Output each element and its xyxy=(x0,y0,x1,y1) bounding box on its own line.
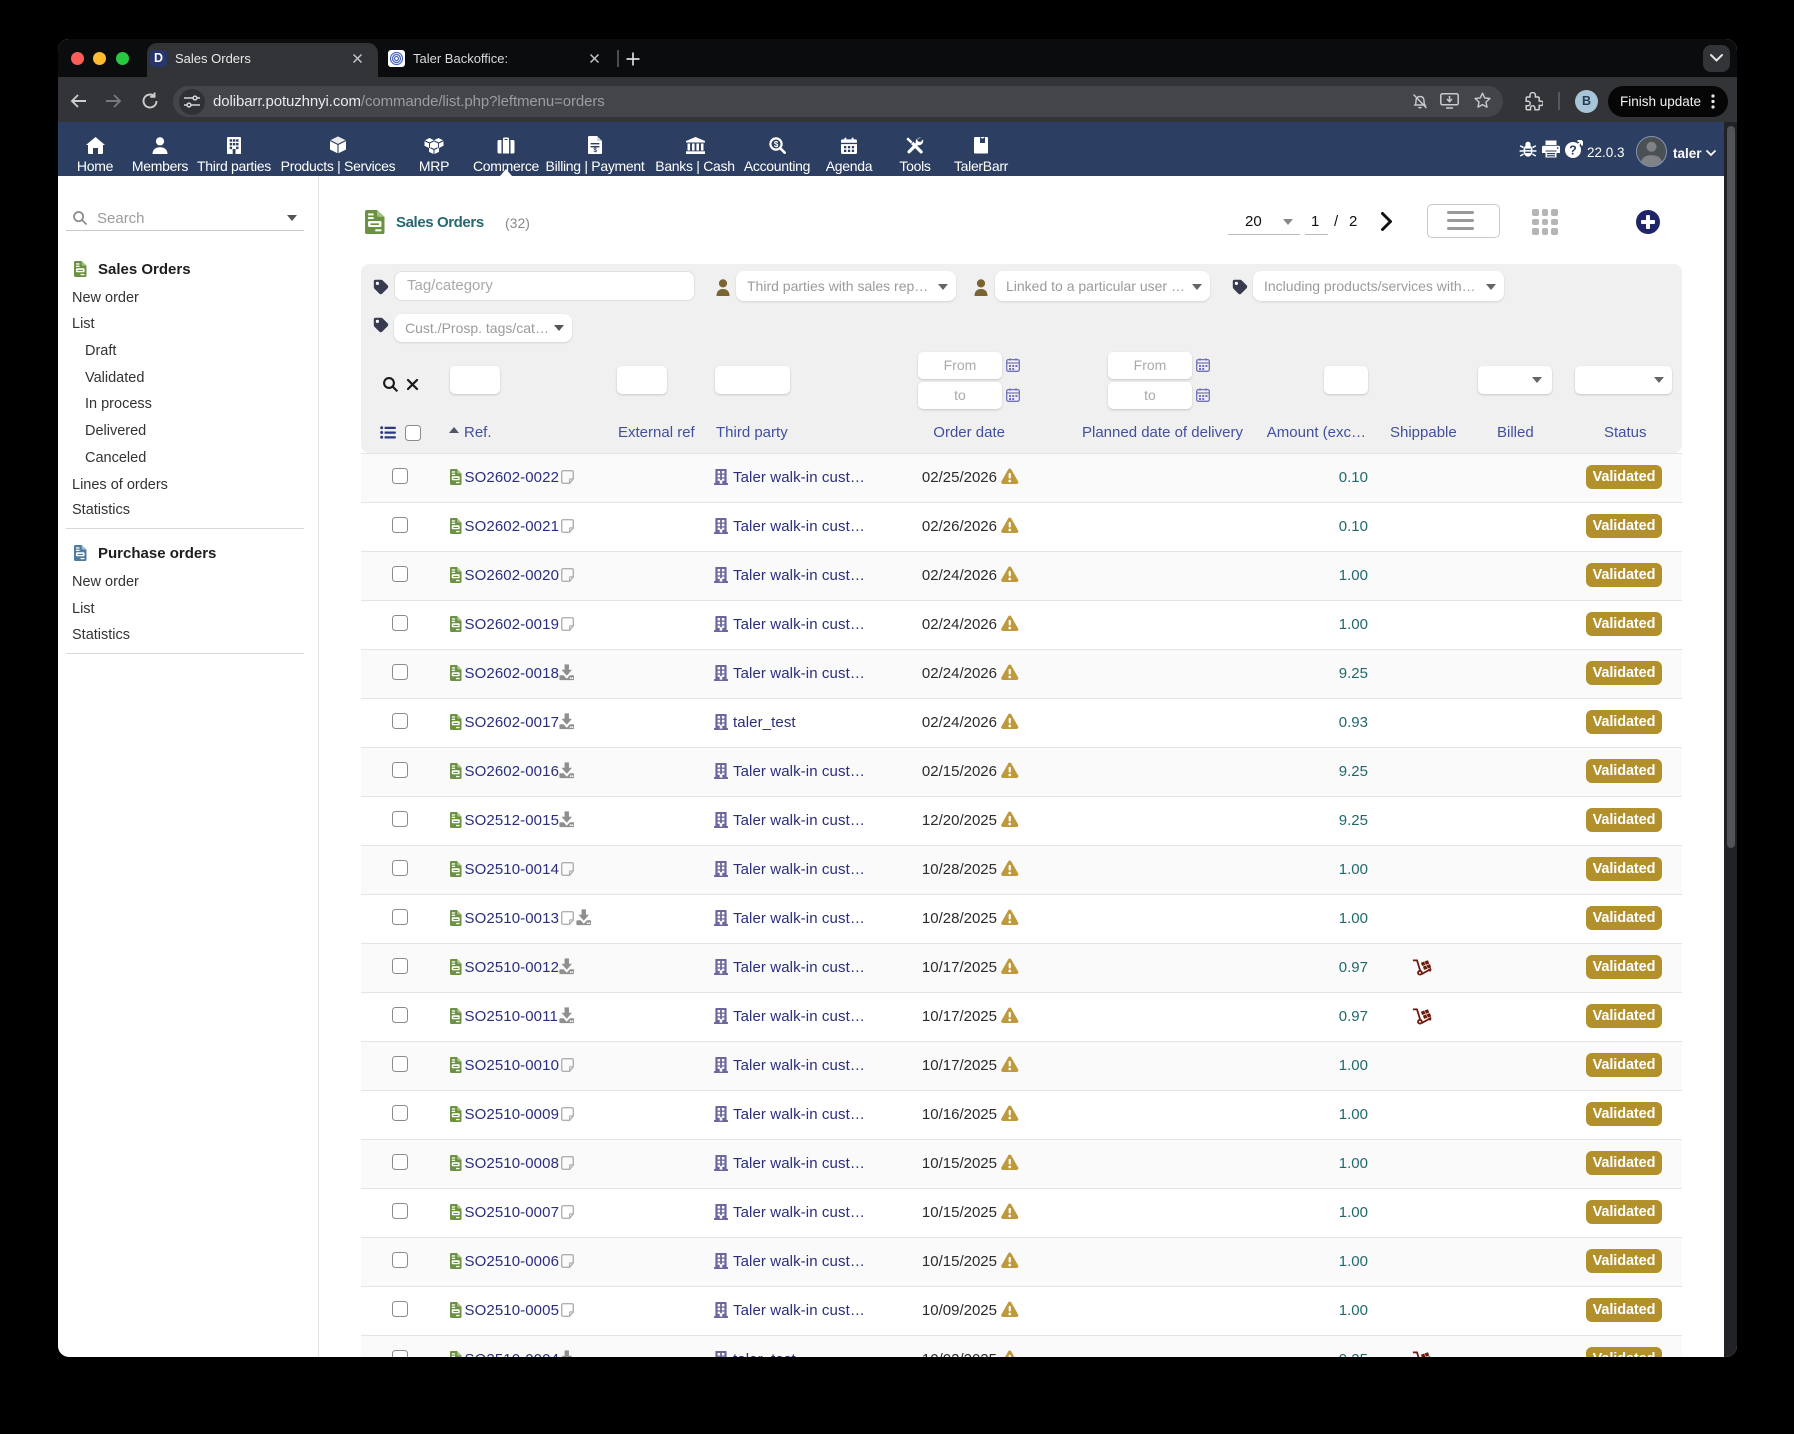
svg-text:?: ? xyxy=(1569,143,1577,157)
